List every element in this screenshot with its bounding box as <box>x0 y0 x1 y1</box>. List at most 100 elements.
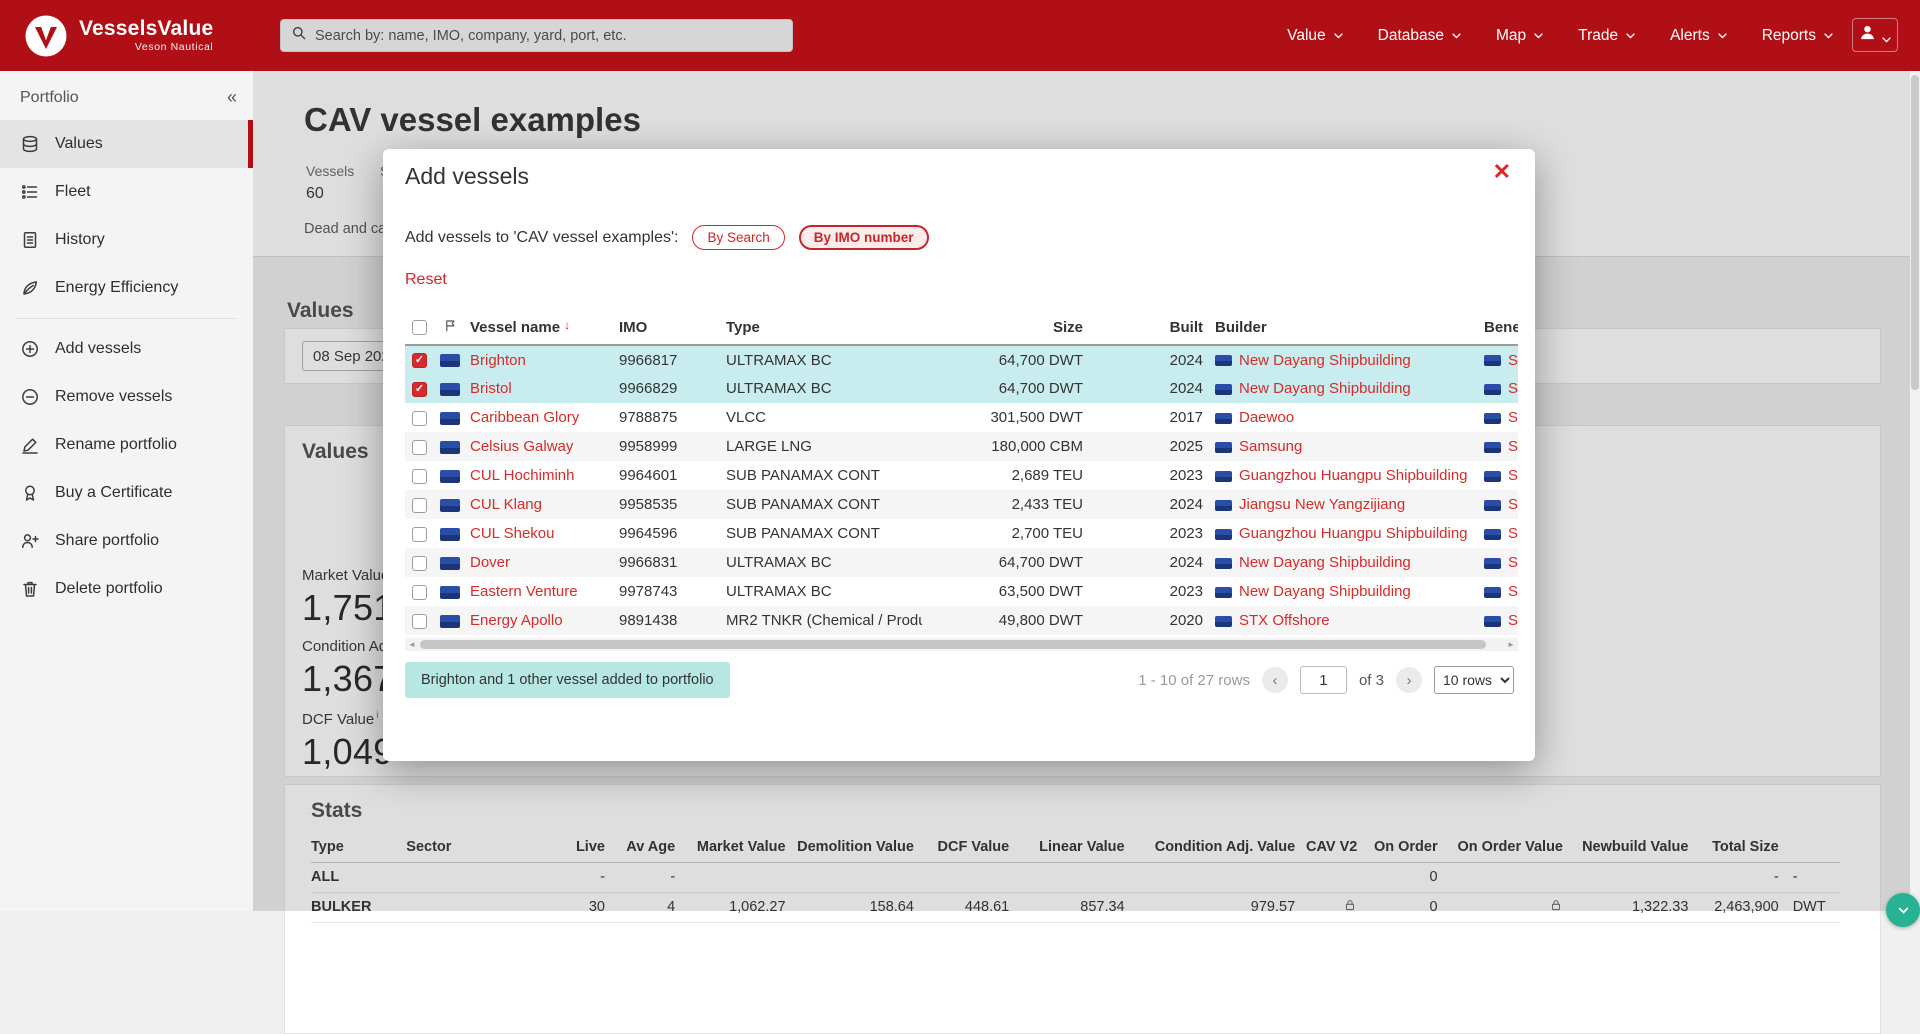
vessel-checkbox[interactable] <box>412 382 427 397</box>
vessel-row[interactable]: Caribbean Glory9788875VLCC301,500 DWT201… <box>405 403 1518 432</box>
scroll-left-icon[interactable]: ◄ <box>405 638 419 651</box>
prev-page-button[interactable]: ‹ <box>1262 667 1288 693</box>
sidebar-item-add-vessels[interactable]: Add vessels <box>0 325 253 373</box>
vessel-row[interactable]: Bristol9966829ULTRAMAX BC64,700 DWT2024N… <box>405 374 1518 403</box>
vessel-name-link[interactable]: Dover <box>470 554 510 571</box>
collapse-sidebar-icon[interactable]: « <box>227 87 237 108</box>
vessel-builder-link[interactable]: Jiangsu New Yangzijiang <box>1239 496 1405 513</box>
sidebar-item-rename-portfolio[interactable]: Rename portfolio <box>0 421 253 469</box>
builder-flag-icon <box>1215 587 1232 598</box>
vessel-name-link[interactable]: Energy Apollo <box>470 612 563 629</box>
vessel-name-link[interactable]: Celsius Galway <box>470 438 573 455</box>
vessel-builder-link[interactable]: Guangzhou Huangpu Shipbuilding <box>1239 525 1468 542</box>
vessel-row[interactable]: CUL Klang9958535SUB PANAMAX CONT2,433 TE… <box>405 490 1518 519</box>
vessel-builder-link[interactable]: New Dayang Shipbuilding <box>1239 352 1411 369</box>
reset-link[interactable]: Reset <box>405 271 447 289</box>
vessel-checkbox[interactable] <box>412 411 427 426</box>
vessel-imo: 9966829 <box>615 374 722 403</box>
vessel-size: 301,500 DWT <box>922 403 1091 432</box>
col-builder[interactable]: Builder <box>1211 310 1480 345</box>
bene-flag-icon <box>1484 442 1501 453</box>
page-scrollbar[interactable] <box>1910 71 1920 911</box>
vessel-checkbox[interactable] <box>412 440 427 455</box>
vessel-bene-link[interactable]: S <box>1508 380 1518 397</box>
vessel-builder-link[interactable]: Daewoo <box>1239 409 1294 426</box>
col-imo[interactable]: IMO <box>615 310 722 345</box>
vessel-checkbox[interactable] <box>412 353 427 368</box>
vessel-checkbox[interactable] <box>412 556 427 571</box>
vessel-bene-link[interactable]: S <box>1508 409 1518 426</box>
col-type[interactable]: Type <box>722 310 922 345</box>
scroll-right-icon[interactable]: ► <box>1504 638 1518 651</box>
sidebar-item-remove-vessels[interactable]: Remove vessels <box>0 373 253 421</box>
vessel-name-link[interactable]: Brighton <box>470 352 526 369</box>
vessel-builder-link[interactable]: Samsung <box>1239 438 1302 455</box>
vessel-bene-link[interactable]: S <box>1508 352 1518 369</box>
vessel-bene-link[interactable]: S <box>1508 525 1518 542</box>
vessel-name-link[interactable]: Bristol <box>470 380 512 397</box>
vessel-builder-link[interactable]: New Dayang Shipbuilding <box>1239 583 1411 600</box>
horizontal-scrollbar[interactable]: ◄ ► <box>405 638 1518 651</box>
vessel-checkbox[interactable] <box>412 614 427 629</box>
by-search-tab[interactable]: By Search <box>692 225 784 250</box>
nav-item-database[interactable]: Database <box>1378 27 1462 45</box>
nav-item-trade[interactable]: Trade <box>1578 27 1636 45</box>
select-all-checkbox[interactable] <box>412 320 427 335</box>
next-page-button[interactable]: › <box>1396 667 1422 693</box>
vessel-name-link[interactable]: Eastern Venture <box>470 583 578 600</box>
search-input[interactable] <box>315 28 782 44</box>
vessel-name-link[interactable]: CUL Klang <box>470 496 542 513</box>
sidebar-item-fleet[interactable]: Fleet <box>0 168 253 216</box>
horizontal-scrollbar-thumb[interactable] <box>420 640 1486 649</box>
vessel-name-link[interactable]: CUL Shekou <box>470 525 555 542</box>
vessel-bene-link[interactable]: S <box>1508 496 1518 513</box>
nav-item-label: Value <box>1287 27 1326 45</box>
vessel-checkbox[interactable] <box>412 527 427 542</box>
sidebar-item-energy-efficiency[interactable]: Energy Efficiency <box>0 264 253 312</box>
vessel-row[interactable]: Dover9966831ULTRAMAX BC64,700 DWT2024New… <box>405 548 1518 577</box>
page-count-label: of 3 <box>1359 672 1384 689</box>
by-imo-number-tab[interactable]: By IMO number <box>799 225 929 250</box>
sidebar-item-history[interactable]: History <box>0 216 253 264</box>
brand-logo[interactable]: VesselsValue Veson Nautical <box>0 14 213 58</box>
vessel-builder-link[interactable]: New Dayang Shipbuilding <box>1239 380 1411 397</box>
vessel-bene-link[interactable]: S <box>1508 467 1518 484</box>
nav-item-alerts[interactable]: Alerts <box>1670 27 1728 45</box>
vessel-checkbox[interactable] <box>412 585 427 600</box>
vessel-name-link[interactable]: CUL Hochiminh <box>470 467 574 484</box>
vessel-builder-link[interactable]: Guangzhou Huangpu Shipbuilding <box>1239 467 1468 484</box>
vessel-name-link[interactable]: Caribbean Glory <box>470 409 579 426</box>
vessel-checkbox[interactable] <box>412 498 427 513</box>
vessel-bene-link[interactable]: S <box>1508 554 1518 571</box>
nav-item-value[interactable]: Value <box>1287 27 1344 45</box>
sidebar-item-buy-a-certificate[interactable]: Buy a Certificate <box>0 469 253 517</box>
sidebar-item-values[interactable]: Values <box>0 120 253 168</box>
vessel-checkbox[interactable] <box>412 469 427 484</box>
col-bene[interactable]: Bene <box>1480 310 1518 345</box>
vessel-bene-link[interactable]: S <box>1508 612 1518 629</box>
page-scrollbar-thumb[interactable] <box>1911 75 1919 390</box>
nav-item-reports[interactable]: Reports <box>1762 27 1834 45</box>
sidebar-item-delete-portfolio[interactable]: Delete portfolio <box>0 565 253 613</box>
vessel-flag-icon <box>440 528 460 541</box>
close-icon[interactable]: ✕ <box>1493 159 1511 185</box>
vessel-row[interactable]: Celsius Galway9958999LARGE LNG180,000 CB… <box>405 432 1518 461</box>
nav-item-map[interactable]: Map <box>1496 27 1544 45</box>
col-built[interactable]: Built <box>1091 310 1211 345</box>
vessel-row[interactable]: Brighton9966817ULTRAMAX BC64,700 DWT2024… <box>405 345 1518 374</box>
user-menu-button[interactable] <box>1852 18 1898 52</box>
rows-per-page-select[interactable]: 10 rows <box>1434 666 1514 694</box>
page-number-input[interactable] <box>1300 666 1347 694</box>
vessel-row[interactable]: CUL Shekou9964596SUB PANAMAX CONT2,700 T… <box>405 519 1518 548</box>
vessel-row[interactable]: CUL Hochiminh9964601SUB PANAMAX CONT2,68… <box>405 461 1518 490</box>
vessel-bene-link[interactable]: S <box>1508 583 1518 600</box>
vessel-bene-link[interactable]: S <box>1508 438 1518 455</box>
vessel-row[interactable]: Eastern Venture9978743ULTRAMAX BC63,500 … <box>405 577 1518 606</box>
vessel-name-cell: CUL Klang <box>466 490 615 519</box>
vessel-row[interactable]: Energy Apollo9891438MR2 TNKR (Chemical /… <box>405 606 1518 635</box>
sidebar-item-share-portfolio[interactable]: Share portfolio <box>0 517 253 565</box>
col-size[interactable]: Size <box>922 310 1091 345</box>
vessel-builder-link[interactable]: New Dayang Shipbuilding <box>1239 554 1411 571</box>
col-vessel-name[interactable]: Vessel name <box>470 319 560 336</box>
vessel-builder-link[interactable]: STX Offshore <box>1239 612 1330 629</box>
